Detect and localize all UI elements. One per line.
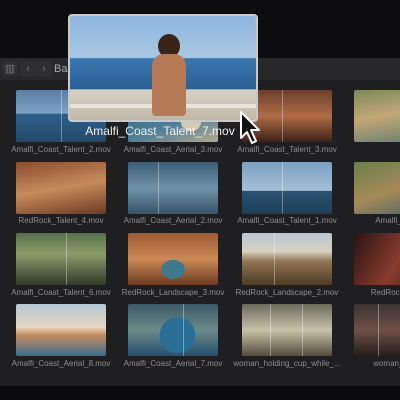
preview-filename: Amalfi_Coast_Talent_7.mov (85, 124, 235, 138)
bottom-bar (0, 386, 400, 400)
chevron-left-icon[interactable]: ‹ (20, 61, 36, 77)
clip-name: RedRock_Landscape_2.mov (235, 288, 339, 297)
clip-thumbnail[interactable] (128, 304, 218, 356)
clip-thumbnail[interactable] (242, 162, 332, 214)
playhead-marker (183, 304, 184, 356)
mouse-pointer-icon (240, 111, 260, 144)
playhead-marker (282, 90, 283, 142)
media-pool-window: ▥ ‹ › Bal Amalfi_Coast_Talent_2.mov Amal… (0, 0, 400, 400)
clip-name: RedRock_Talen (370, 288, 400, 297)
clip-thumbnail[interactable] (128, 162, 218, 214)
clip-thumbnail[interactable] (16, 233, 106, 285)
clip-thumbnail[interactable] (128, 233, 218, 285)
clip-name: RedRock_Talent_4.mov (18, 216, 104, 225)
hover-preview[interactable] (68, 14, 258, 122)
clip-thumbnail[interactable] (16, 162, 106, 214)
playhead-marker (270, 304, 271, 356)
clip-name: Amalfi_Coast (375, 216, 400, 225)
clip-name: Amalfi_Coast_Aerial_7.mov (123, 359, 223, 368)
playhead-marker (61, 90, 62, 142)
clip-name: Amalfi_Coast_Talent_1.mov (237, 216, 337, 225)
clip-thumbnail[interactable] (354, 304, 400, 356)
playhead-marker (282, 162, 283, 214)
playhead-marker (66, 233, 67, 285)
clip-thumbnail[interactable] (354, 233, 400, 285)
clip-name: Amalfi_Coast_Aerial_8.mov (11, 359, 111, 368)
clip-name: woman_holding_cup_while_... (233, 359, 341, 368)
sidebar-toggle-icon[interactable]: ▥ (2, 61, 18, 77)
preview-subject (148, 34, 190, 116)
clip-name: Amalfi_Coast_Aerial_3.mov (123, 145, 223, 154)
clip-name: Amalfi_Coast_Talent_6.mov (11, 288, 111, 297)
clip-name: Amalfi_Coast_Aerial_2.mov (123, 216, 223, 225)
playhead-marker (302, 304, 303, 356)
clip-name: Amalfi_Coast_Talent_3.mov (237, 145, 337, 154)
clip-thumbnail[interactable] (242, 233, 332, 285)
playhead-marker (158, 162, 159, 214)
clip-thumbnail[interactable] (354, 162, 400, 214)
clip-thumbnail[interactable] (354, 90, 400, 142)
playhead-marker (378, 304, 379, 356)
clip-name: RedRock_Landscape_3.mov (121, 288, 225, 297)
playhead-marker (274, 233, 275, 285)
clip-thumbnail[interactable] (16, 304, 106, 356)
clip-name: woman_leanin (373, 359, 400, 368)
clip-name: Amalfi_Coast_Talent_2.mov (11, 145, 111, 154)
chevron-right-icon[interactable]: › (36, 61, 52, 77)
clip-thumbnail[interactable] (242, 304, 332, 356)
